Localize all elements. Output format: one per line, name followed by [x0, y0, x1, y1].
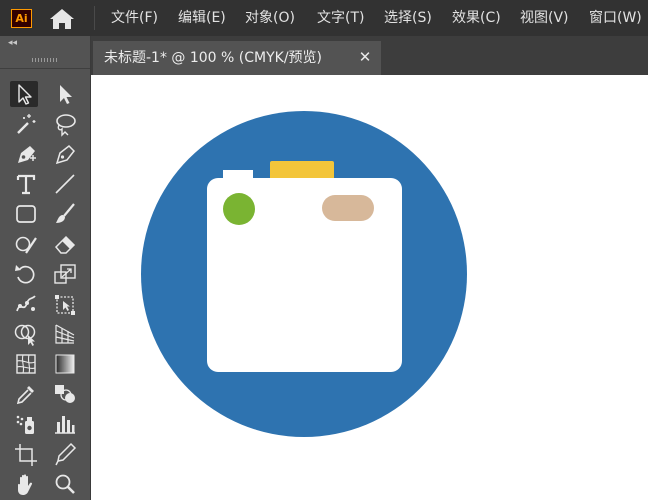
type-tool-icon[interactable] — [12, 171, 40, 197]
artboard-tool-icon[interactable] — [12, 441, 40, 467]
rotate-tool-icon[interactable] — [12, 261, 40, 287]
shape-builder-tool-icon[interactable] — [12, 321, 40, 347]
puppet-warp-tool-icon[interactable] — [12, 291, 40, 317]
gradient-tool-icon[interactable] — [51, 351, 79, 377]
home-icon[interactable] — [48, 7, 76, 31]
menu-view[interactable]: 视图(V) — [520, 0, 569, 36]
menu-file[interactable]: 文件(F) — [111, 0, 158, 36]
pen-tool-icon[interactable] — [12, 141, 40, 167]
mesh-tool-icon[interactable] — [12, 351, 40, 377]
symbol-sprayer-tool-icon[interactable] — [12, 411, 40, 437]
zoom-tool-icon[interactable] — [51, 471, 79, 497]
selection-tool-icon[interactable] — [10, 81, 38, 107]
pill-shape[interactable] — [322, 195, 374, 221]
menu-object[interactable]: 对象(O) — [245, 0, 295, 36]
collapse-panel-button[interactable]: ◂◂ — [8, 38, 17, 48]
menu-separator — [94, 6, 95, 30]
hand-tool-icon[interactable] — [12, 471, 40, 497]
menu-effect[interactable]: 效果(C) — [452, 0, 501, 36]
perspective-grid-tool-icon[interactable] — [51, 321, 79, 347]
lasso-tool-icon[interactable] — [51, 111, 79, 137]
panel-divider — [0, 68, 91, 69]
free-transform-tool-icon[interactable] — [51, 291, 79, 317]
column-graph-tool-icon[interactable] — [51, 411, 79, 437]
app-logo[interactable]: Ai — [11, 9, 32, 28]
document-tab-title[interactable]: 未标题-1* @ 100 % (CMYK/预览) — [104, 41, 322, 75]
menu-edit[interactable]: 编辑(E) — [178, 0, 226, 36]
rectangle-tool-icon[interactable] — [12, 201, 40, 227]
line-segment-tool-icon[interactable] — [51, 171, 79, 197]
menu-select[interactable]: 选择(S) — [384, 0, 432, 36]
paintbrush-tool-icon[interactable] — [51, 201, 79, 227]
menu-type[interactable]: 文字(T) — [317, 0, 364, 36]
magic-wand-tool-icon[interactable] — [12, 111, 40, 137]
eyedropper-tool-icon[interactable] — [12, 381, 40, 407]
eraser-tool-icon[interactable] — [51, 231, 79, 257]
shaper-tool-icon[interactable] — [12, 231, 40, 257]
close-tab-icon[interactable]: ✕ — [356, 41, 374, 75]
direct-selection-tool-icon[interactable] — [51, 81, 79, 107]
panel-grip[interactable] — [32, 58, 58, 62]
curvature-tool-icon[interactable] — [51, 141, 79, 167]
slice-tool-icon[interactable] — [51, 441, 79, 467]
artwork[interactable] — [91, 75, 648, 500]
menu-window[interactable]: 窗口(W) — [589, 0, 642, 36]
blend-tool-icon[interactable] — [51, 381, 79, 407]
scale-tool-icon[interactable] — [51, 261, 79, 287]
lens-dot-shape[interactable] — [223, 193, 255, 225]
